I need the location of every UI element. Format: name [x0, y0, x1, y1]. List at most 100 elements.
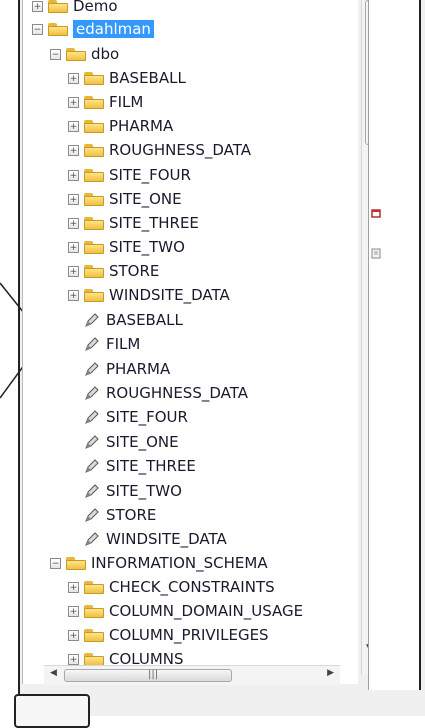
folder-icon [84, 95, 104, 109]
page-icon [371, 248, 381, 259]
tree-folder-item[interactable]: − dbo [50, 43, 119, 65]
pencil-icon [85, 459, 99, 473]
folder-icon [84, 240, 104, 254]
horizontal-scrollbar[interactable]: ◀ ||| ▶ [44, 665, 340, 685]
expand-collapse-icon[interactable]: − [50, 557, 61, 569]
tree-folder-item[interactable]: + WINDSITE_DATA [68, 284, 230, 306]
folder-icon [84, 119, 104, 133]
folder-icon [66, 47, 86, 61]
folder-icon [84, 604, 104, 618]
expand-collapse-icon[interactable]: + [68, 653, 79, 665]
pencil-icon [85, 386, 99, 400]
pencil-icon [85, 313, 99, 327]
pencil-icon [85, 410, 99, 424]
tree-object-item[interactable]: PHARMA [84, 358, 170, 380]
expand-collapse-icon[interactable]: + [68, 96, 79, 108]
object-explorer-tree[interactable]: + Demo − edahlman − dbo + BASEBALL + FILM + PHARMA +… [22, 0, 358, 684]
details-pane [368, 0, 421, 690]
tree-folder-item[interactable]: + PHARMA [68, 115, 173, 137]
expand-collapse-icon[interactable]: − [32, 23, 43, 35]
tree-folder-item[interactable]: + BASEBALL [68, 67, 186, 89]
tree-item-label: Demo [73, 0, 118, 15]
tree-item-label: ROUGHNESS_DATA [109, 141, 251, 159]
expand-collapse-icon[interactable]: − [50, 48, 61, 60]
scroll-right-arrow-icon[interactable]: ▶ [327, 668, 334, 678]
red-table-icon [371, 209, 381, 218]
tree-folder-item[interactable]: + SITE_ONE [68, 188, 182, 210]
tree-item-label: dbo [91, 45, 120, 63]
pencil-icon [85, 337, 99, 351]
tree-folder-item[interactable]: − INFORMATION_SCHEMA [50, 552, 268, 574]
expand-collapse-icon[interactable]: + [68, 289, 79, 301]
tree-folder-item[interactable]: + FILM [68, 91, 143, 113]
tree-item-label: CHECK_CONSTRAINTS [109, 578, 275, 596]
folder-icon [84, 143, 104, 157]
expand-collapse-icon[interactable]: + [68, 193, 79, 205]
bottom-tab[interactable] [14, 694, 90, 728]
tree-object-item[interactable]: ROUGHNESS_DATA [84, 382, 248, 404]
tree-object-item[interactable]: FILM [84, 333, 140, 355]
tree-item-label: BASEBALL [106, 311, 183, 329]
tree-item-label: STORE [106, 506, 157, 524]
folder-icon [48, 22, 68, 36]
folder-icon [84, 192, 104, 206]
expand-collapse-icon[interactable]: + [68, 72, 79, 84]
tree-item-label: WINDSITE_DATA [106, 530, 227, 548]
folder-icon [66, 556, 86, 570]
folder-icon [84, 71, 104, 85]
tree-folder-item[interactable]: − edahlman [32, 18, 154, 40]
expand-collapse-icon[interactable]: + [68, 144, 79, 156]
folder-icon [84, 288, 104, 302]
tree-item-label: COLUMN_PRIVILEGES [109, 626, 269, 644]
tree-object-item[interactable]: BASEBALL [84, 309, 183, 331]
tree-object-item[interactable]: SITE_ONE [84, 431, 179, 453]
tree-item-label: FILM [109, 93, 144, 111]
expand-collapse-icon[interactable]: + [68, 241, 79, 253]
tree-item-label: COLUMN_DOMAIN_USAGE [109, 602, 304, 620]
tree-object-item[interactable]: SITE_TWO [84, 480, 182, 502]
tree-item-label: SITE_THREE [106, 457, 196, 475]
tree-item-label: STORE [109, 262, 160, 280]
expand-collapse-icon[interactable]: + [68, 169, 79, 181]
tree-object-item[interactable]: STORE [84, 504, 156, 526]
tree-folder-item[interactable]: + ROUGHNESS_DATA [68, 139, 251, 161]
tree-folder-item[interactable]: + CHECK_CONSTRAINTS [68, 576, 275, 598]
tree-folder-item[interactable]: + COLUMN_DOMAIN_USAGE [68, 600, 303, 622]
tree-folder-item[interactable]: + COLUMN_PRIVILEGES [68, 624, 269, 646]
expand-collapse-icon[interactable]: + [68, 605, 79, 617]
folder-icon [84, 652, 104, 666]
tree-item-label: SITE_TWO [106, 482, 182, 500]
scroll-left-arrow-icon[interactable]: ◀ [50, 668, 57, 678]
tree-folder-item[interactable]: + SITE_FOUR [68, 164, 191, 186]
expand-collapse-icon[interactable]: + [68, 217, 79, 229]
pencil-icon [85, 508, 99, 522]
tree-item-label: PHARMA [106, 360, 171, 378]
pencil-icon [85, 532, 99, 546]
tree-item-label: FILM [106, 335, 141, 353]
expand-collapse-icon[interactable]: + [68, 629, 79, 641]
tree-folder-item[interactable]: + Demo [32, 0, 118, 17]
tree-object-item[interactable]: WINDSITE_DATA [84, 528, 227, 550]
tree-item-label: ROUGHNESS_DATA [106, 384, 248, 402]
pencil-icon [85, 435, 99, 449]
tree-item-label: SITE_ONE [106, 433, 179, 451]
horizontal-scroll-thumb[interactable]: ||| [64, 669, 232, 682]
tree-item-label: SITE_FOUR [109, 166, 191, 184]
folder-icon [84, 628, 104, 642]
horizontal-grip-icon: ||| [148, 669, 159, 680]
expand-collapse-icon[interactable]: + [68, 581, 79, 593]
tree-left-border [22, 0, 23, 684]
tree-folder-item[interactable]: + SITE_THREE [68, 212, 199, 234]
expand-collapse-icon[interactable]: + [32, 0, 43, 12]
tree-item-label: INFORMATION_SCHEMA [91, 554, 268, 572]
tree-item-label: SITE_TWO [109, 238, 185, 256]
pencil-icon [85, 484, 99, 498]
tree-object-item[interactable]: SITE_FOUR [84, 406, 188, 428]
tree-item-label: SITE_ONE [109, 190, 182, 208]
tree-folder-item[interactable]: + SITE_TWO [68, 236, 185, 258]
expand-collapse-icon[interactable]: + [68, 120, 79, 132]
expand-collapse-icon[interactable]: + [68, 265, 79, 277]
tree-folder-item[interactable]: + STORE [68, 260, 159, 282]
tree-item-label: PHARMA [109, 117, 174, 135]
tree-object-item[interactable]: SITE_THREE [84, 455, 196, 477]
